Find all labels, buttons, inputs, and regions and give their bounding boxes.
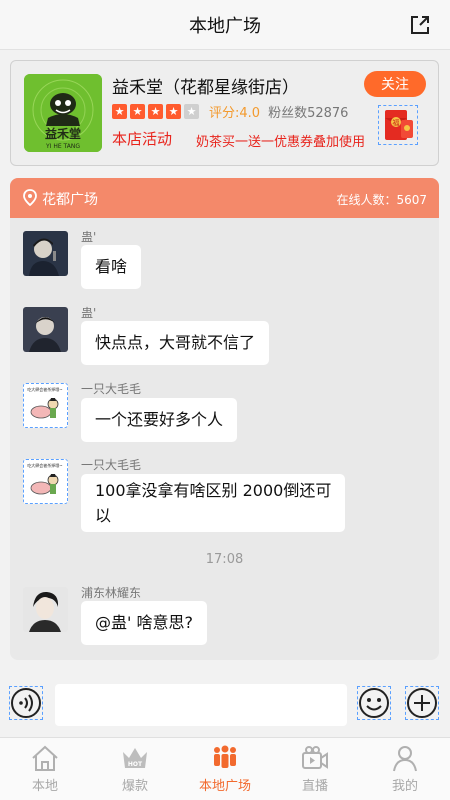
- tab-label: 本地: [31, 779, 58, 794]
- message-bubble[interactable]: 100拿没拿有啥区别 2000倒还可 以: [81, 474, 346, 532]
- people-group-icon: [214, 745, 236, 768]
- location-pin-icon: [23, 189, 37, 207]
- message-input[interactable]: [55, 684, 347, 726]
- plaza-name: 花都广场: [42, 192, 98, 208]
- message-text-line: 100拿没拿有啥区别 2000倒还可: [95, 481, 332, 500]
- voice-icon: [11, 688, 41, 718]
- voice-input-button[interactable]: [9, 686, 43, 720]
- tab-label: 我的: [391, 779, 418, 794]
- store-activity-label: 本店活动: [112, 130, 173, 148]
- store-logo: 益禾堂 YI HE TANG: [24, 74, 102, 152]
- video-camera-icon: [302, 746, 328, 769]
- logo-subtext: YI HE TANG: [45, 143, 80, 150]
- svg-text:福: 福: [393, 118, 400, 127]
- more-options-button[interactable]: [405, 686, 439, 720]
- message-input-bar: [0, 674, 450, 736]
- logo-text: 益禾堂: [45, 126, 81, 141]
- tab-live[interactable]: 直播: [270, 738, 360, 800]
- home-icon: [32, 745, 58, 771]
- chat-panel: 花都广场 在线人数：5607 蛊' 看啥 蛊' 快点点，大哥就不信了 吃大肆会被…: [10, 178, 439, 660]
- user-icon: [393, 746, 417, 772]
- hot-crown-icon: HOT: [123, 748, 147, 768]
- sender-name: 蛊': [81, 230, 97, 244]
- avatar[interactable]: 吃大肆会被杀掉哦~: [23, 383, 68, 428]
- sender-name: 蛊': [81, 306, 97, 320]
- message-bubble[interactable]: 一个还要好多个人: [81, 398, 238, 442]
- bottom-tab-bar: 本地 HOT 爆款 本地广场 直播 我的: [0, 737, 450, 800]
- store-name: 益禾堂（花都星缘街店）: [112, 78, 299, 98]
- emoji-button[interactable]: [357, 686, 391, 720]
- star-icon: ★: [166, 103, 181, 119]
- follow-button[interactable]: 关注: [364, 71, 426, 97]
- message-bubble[interactable]: @蛊' 啥意思?: [81, 601, 207, 645]
- message-bubble[interactable]: 快点点，大哥就不信了: [81, 321, 270, 365]
- page-title: 本地广场: [189, 15, 261, 37]
- store-card[interactable]: 益禾堂 YI HE TANG 益禾堂（花都星缘街店） 关注 ★ ★ ★ ★ ★ …: [10, 60, 439, 166]
- tab-local-plaza[interactable]: 本地广场: [180, 738, 270, 800]
- share-icon[interactable]: [408, 13, 432, 37]
- tab-mine[interactable]: 我的: [360, 738, 450, 800]
- plus-icon: [407, 688, 437, 718]
- red-packet-icon[interactable]: 福: [378, 105, 418, 145]
- top-nav-bar: 本地广场: [0, 0, 450, 50]
- star-icon: ★: [130, 103, 145, 119]
- emoji-icon: [359, 688, 389, 718]
- online-count: 在线人数：5607: [336, 193, 427, 207]
- store-score: 评分:4.0: [209, 105, 261, 121]
- avatar[interactable]: [23, 307, 68, 352]
- tab-label: 爆款: [121, 779, 148, 794]
- message-text-line: 以: [95, 506, 112, 525]
- chat-timestamp: 17:08: [205, 552, 244, 567]
- star-empty-icon: ★: [184, 103, 199, 119]
- tab-local[interactable]: 本地: [0, 738, 90, 800]
- tab-label: 直播: [301, 779, 328, 794]
- message-bubble[interactable]: 看啥: [81, 245, 142, 289]
- chat-header: 花都广场 在线人数：5607: [10, 178, 439, 218]
- svg-text:HOT: HOT: [128, 761, 143, 768]
- store-activity-text[interactable]: 奶茶买一送一优惠券叠加使用: [196, 131, 365, 150]
- store-fans-count: 粉丝数52876: [268, 105, 349, 121]
- svg-text:吃大肆会被杀掉哦~: 吃大肆会被杀掉哦~: [27, 462, 62, 468]
- star-icon: ★: [112, 103, 127, 119]
- sender-name: 一只大毛毛: [81, 382, 142, 396]
- sender-name: 一只大毛毛: [81, 458, 142, 472]
- avatar[interactable]: 吃大肆会被杀掉哦~: [23, 459, 68, 504]
- star-icon: ★: [148, 103, 163, 119]
- avatar[interactable]: [23, 587, 68, 632]
- store-rating: ★ ★ ★ ★ ★ 评分:4.0 粉丝数52876: [112, 102, 349, 121]
- tab-label: 本地广场: [198, 779, 251, 794]
- svg-text:吃大肆会被杀掉哦~: 吃大肆会被杀掉哦~: [27, 386, 62, 392]
- tab-hot[interactable]: HOT 爆款: [90, 738, 180, 800]
- sender-name: 浦东林耀东: [81, 586, 142, 600]
- avatar[interactable]: [23, 231, 68, 276]
